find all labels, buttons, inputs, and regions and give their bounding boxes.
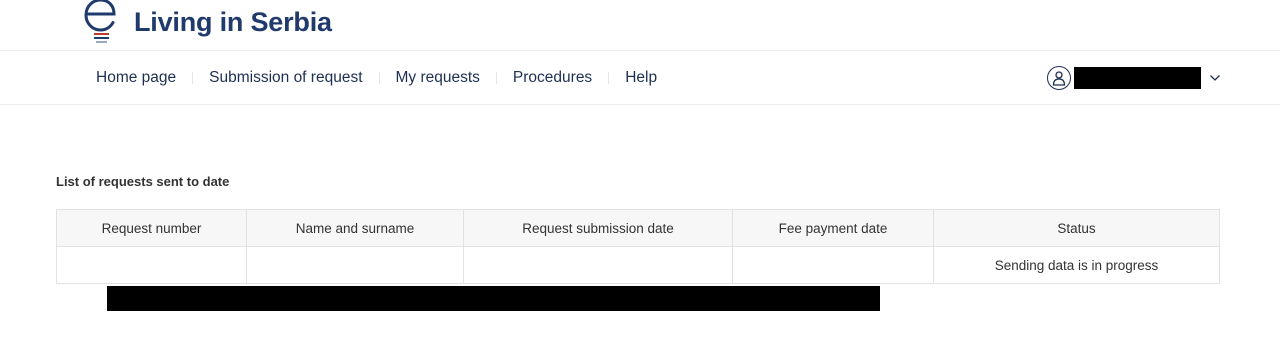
request-number-cell[interactable] xyxy=(56,246,247,284)
request-submission-date-cell xyxy=(463,246,733,284)
logo-text: Living in Serbia xyxy=(134,6,332,37)
nav-item-home-page[interactable]: Home page xyxy=(96,69,176,87)
requests-table-wrapper: Request number Name and surname Request … xyxy=(56,209,1220,311)
top-header: Living in Serbia xyxy=(0,0,1280,51)
requests-table: Request number Name and surname Request … xyxy=(56,209,1220,284)
site-logo[interactable]: Living in Serbia xyxy=(82,0,332,44)
nav-item-help[interactable]: Help xyxy=(625,69,657,87)
main-navigation: Home page Submission of request My reque… xyxy=(0,51,1280,105)
nav-separator xyxy=(608,71,610,84)
user-icon xyxy=(1047,66,1071,90)
table-row[interactable]: Sending data is in progress xyxy=(56,246,1220,284)
column-header-status: Status xyxy=(933,209,1220,247)
column-header-name-and-surname: Name and surname xyxy=(246,209,464,247)
chevron-down-icon[interactable] xyxy=(1209,74,1221,82)
nav-item-submission-of-request[interactable]: Submission of request xyxy=(209,69,362,87)
column-header-request-number: Request number xyxy=(56,209,247,247)
nav-list: Home page Submission of request My reque… xyxy=(96,51,657,104)
column-header-request-submission-date: Request submission date xyxy=(463,209,733,247)
page-title: List of requests sent to date xyxy=(56,174,230,189)
redaction-bar xyxy=(107,286,880,311)
nav-separator xyxy=(495,71,497,84)
table-header-row: Request number Name and surname Request … xyxy=(56,209,1220,247)
e-logo-icon xyxy=(84,0,116,43)
nav-item-procedures[interactable]: Procedures xyxy=(513,69,592,87)
requests-section: List of requests sent to date Request nu… xyxy=(56,174,1220,311)
nav-separator xyxy=(192,71,194,84)
nav-separator xyxy=(378,71,380,84)
name-and-surname-cell xyxy=(246,246,464,284)
column-header-fee-payment-date: Fee payment date xyxy=(732,209,934,247)
nav-item-my-requests[interactable]: My requests xyxy=(396,69,480,87)
user-menu[interactable] xyxy=(1047,64,1221,92)
fee-payment-date-cell xyxy=(732,246,934,284)
user-name-redacted[interactable] xyxy=(1074,67,1201,89)
status-cell: Sending data is in progress xyxy=(933,246,1220,284)
